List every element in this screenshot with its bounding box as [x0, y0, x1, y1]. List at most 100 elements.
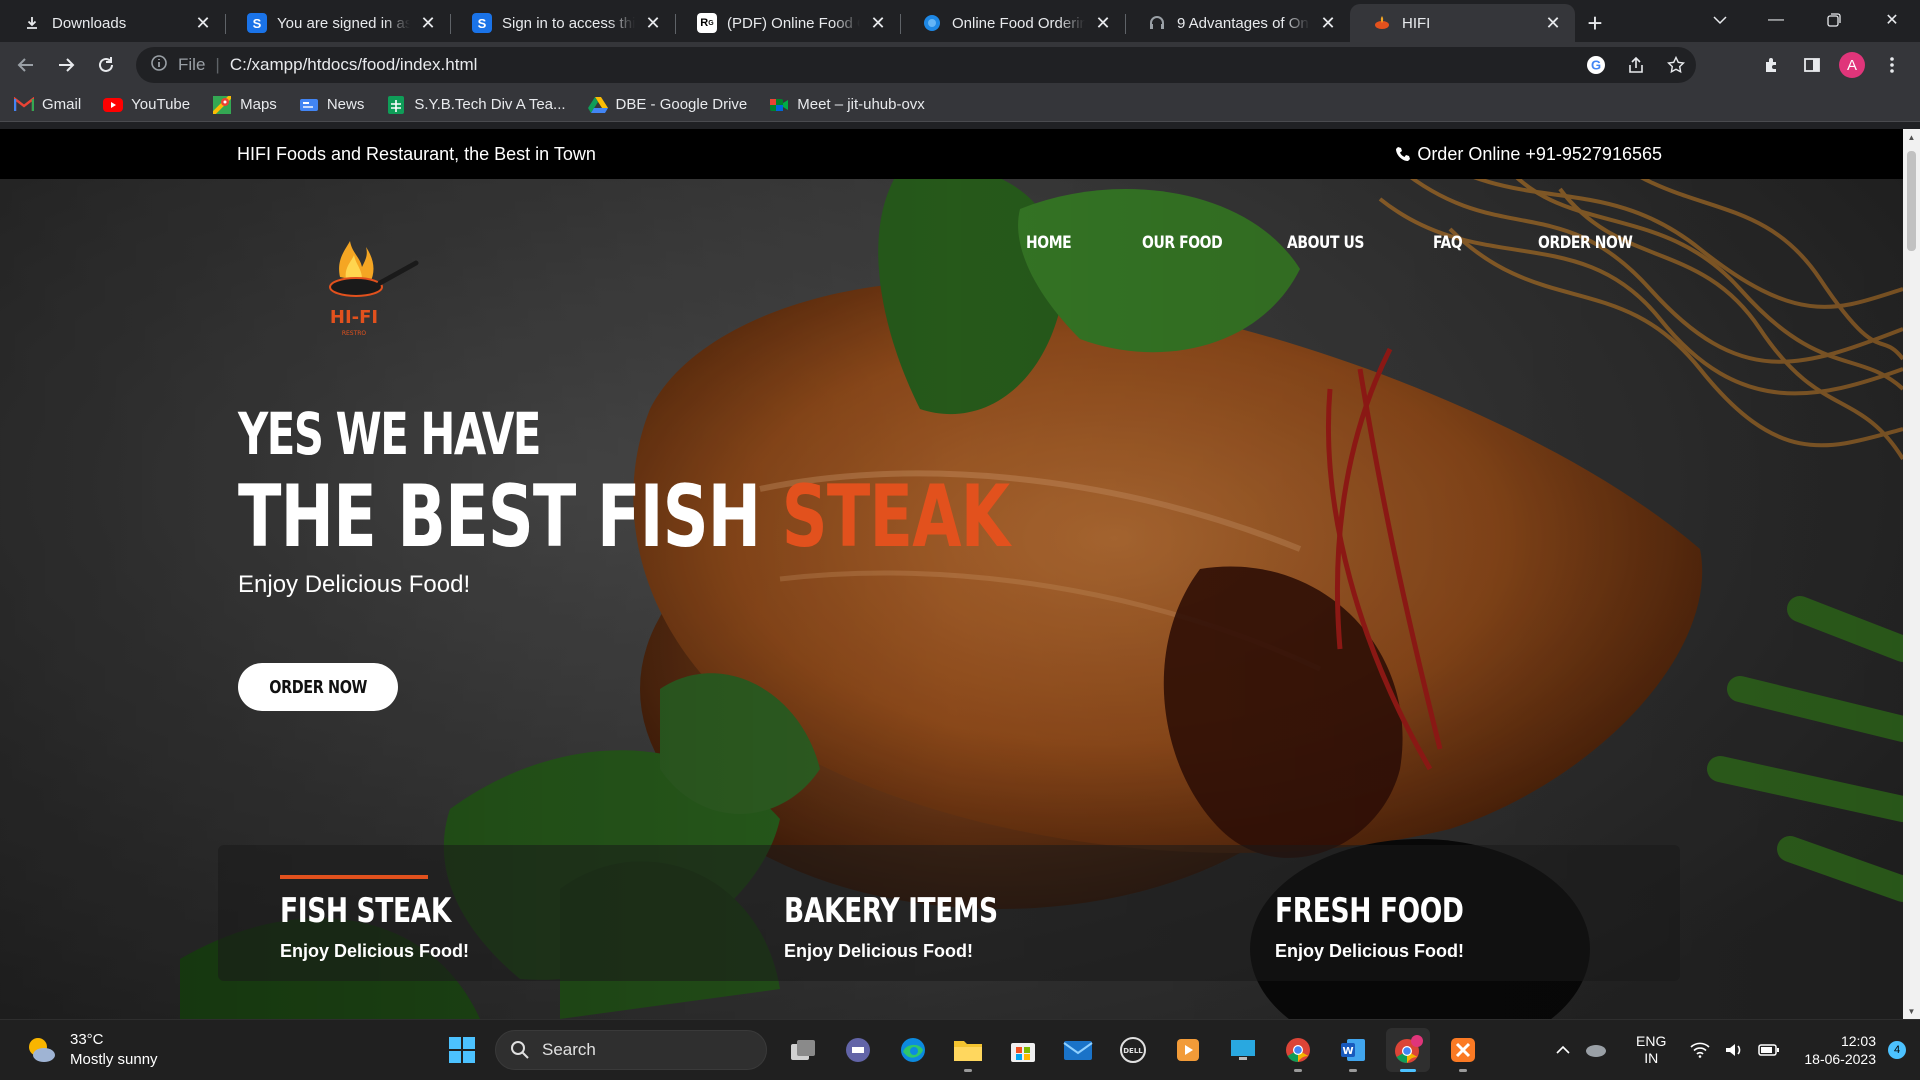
gmail-icon [14, 96, 34, 114]
remote-desktop-icon[interactable] [1221, 1028, 1265, 1072]
tab-title: Sign in to access this [502, 14, 635, 32]
mail-icon[interactable] [1056, 1028, 1100, 1072]
media-player-icon[interactable] [1166, 1028, 1210, 1072]
researchgate-icon: RG [697, 13, 717, 33]
svg-text:DELL: DELL [1123, 1047, 1143, 1055]
tab-hifi[interactable]: HIFI ✕ [1350, 4, 1575, 42]
logo-subtext: RESTRO [342, 330, 367, 337]
url-text[interactable]: C:/xampp/htdocs/food/index.html [230, 55, 478, 75]
close-icon[interactable]: ✕ [1318, 13, 1338, 33]
onedrive-icon[interactable] [1584, 1041, 1608, 1059]
close-window-button[interactable]: ✕ [1864, 0, 1920, 40]
start-button[interactable] [440, 1028, 484, 1072]
tab-title: (PDF) Online Food Or [727, 14, 860, 32]
notification-badge[interactable]: 4 [1888, 1041, 1906, 1059]
tab-title: You are signed in as C [277, 14, 410, 32]
page-scrollbar[interactable]: ▲ ▼ [1903, 129, 1920, 1019]
info-icon[interactable] [150, 54, 168, 77]
top-info-bar: HIFI Foods and Restaurant, the Best in T… [0, 129, 1903, 179]
partly-sunny-icon [29, 1038, 55, 1062]
word-icon[interactable]: W [1331, 1028, 1375, 1072]
tab-title: Downloads [52, 14, 127, 32]
bookmark-star-icon[interactable] [1656, 56, 1696, 74]
nav-faq[interactable]: FAQ [1433, 233, 1519, 253]
nav-our-food[interactable]: OUR FOOD [1142, 233, 1261, 253]
lang-line2: IN [1644, 1050, 1659, 1066]
xampp-icon[interactable] [1441, 1028, 1485, 1072]
side-panel-icon[interactable] [1792, 46, 1832, 84]
profile-avatar[interactable]: A [1832, 46, 1872, 84]
google-lens-icon[interactable]: G [1576, 55, 1616, 75]
forward-button[interactable] [46, 45, 86, 85]
chrome-profile-icon[interactable] [1386, 1028, 1430, 1072]
volume-icon[interactable] [1724, 1042, 1744, 1058]
file-scheme-label: File [178, 55, 206, 74]
dell-icon[interactable]: DELL [1111, 1028, 1155, 1072]
menu-dots-icon[interactable] [1872, 46, 1912, 84]
close-icon[interactable]: ✕ [868, 13, 888, 33]
extensions-icon[interactable] [1752, 46, 1792, 84]
tab-signed-in[interactable]: S You are signed in as C ✕ [225, 4, 450, 42]
bookmark-drive[interactable]: DBE - Google Drive [587, 96, 747, 114]
reload-button[interactable] [86, 45, 126, 85]
site-logo[interactable]: HI-FI RESTRO [310, 237, 440, 347]
bookmark-sheets[interactable]: S.Y.B.Tech Div A Tea... [386, 95, 566, 114]
feature-title: FRESH FOOD [1275, 891, 1464, 931]
teams-chat-icon[interactable] [836, 1028, 880, 1072]
order-now-button[interactable]: ORDER NOW [238, 663, 398, 711]
tab-sign-in[interactable]: S Sign in to access this ✕ [450, 4, 675, 42]
download-icon [22, 13, 42, 33]
edge-icon[interactable] [891, 1028, 935, 1072]
hifi-icon [1372, 13, 1392, 33]
share-icon[interactable] [1616, 56, 1656, 74]
tab-pdf[interactable]: RG (PDF) Online Food Or ✕ [675, 4, 900, 42]
close-icon[interactable]: ✕ [1093, 13, 1113, 33]
minimize-button[interactable]: — [1748, 0, 1804, 40]
bookmark-meet[interactable]: Meet – jit-uhub-ovx [769, 96, 925, 114]
order-phone[interactable]: Order Online +91-9527916565 [1395, 144, 1662, 165]
new-tab-button[interactable]: + [1575, 4, 1615, 42]
tab-downloads[interactable]: Downloads ✕ [0, 4, 225, 42]
restore-button[interactable] [1806, 0, 1862, 40]
task-view-icon[interactable] [781, 1028, 825, 1072]
bookmark-label: S.Y.B.Tech Div A Tea... [414, 96, 566, 113]
hero-heading: YES WE HAVE THE BEST FISH STEAK Enjoy De… [238, 399, 1280, 599]
scroll-up-arrow-icon[interactable]: ▲ [1903, 129, 1920, 145]
nav-about-us[interactable]: ABOUT US [1287, 233, 1407, 253]
nav-home[interactable]: HOME [1026, 233, 1121, 253]
close-icon[interactable]: ✕ [193, 13, 213, 33]
tab-search-icon[interactable] [1692, 0, 1748, 40]
bookmark-label: YouTube [131, 96, 191, 113]
tab-advantages[interactable]: 9 Advantages of Onli ✕ [1125, 4, 1350, 42]
page-viewport: HIFI Foods and Restaurant, the Best in T… [0, 129, 1903, 1019]
bookmark-youtube[interactable]: YouTube [103, 96, 190, 114]
windows-taskbar: 33°C Mostly sunny Search DELL W ENG IN 1… [0, 1019, 1920, 1080]
clock-time: 12:03 [1840, 1033, 1876, 1049]
microsoft-store-icon[interactable] [1001, 1028, 1045, 1072]
chrome-icon[interactable] [1276, 1028, 1320, 1072]
bookmark-gmail[interactable]: Gmail [14, 96, 81, 114]
taskbar-search[interactable]: Search [495, 1030, 767, 1070]
close-icon[interactable]: ✕ [643, 13, 663, 33]
windows-icon [449, 1037, 475, 1063]
bookmark-news[interactable]: News [299, 96, 364, 114]
bookmark-maps[interactable]: Maps [212, 95, 277, 114]
scroll-down-arrow-icon[interactable]: ▼ [1903, 1003, 1920, 1019]
back-button[interactable] [6, 45, 46, 85]
chevron-up-icon[interactable] [1556, 1045, 1570, 1055]
wifi-icon[interactable] [1690, 1042, 1710, 1058]
file-explorer-icon[interactable] [946, 1028, 990, 1072]
nav-order-now[interactable]: ORDER NOW [1538, 233, 1633, 253]
tab-online-food[interactable]: Online Food Ordering ✕ [900, 4, 1125, 42]
clock[interactable]: 12:03 18-06-2023 [1804, 1032, 1876, 1068]
address-bar[interactable]: File | C:/xampp/htdocs/food/index.html G [136, 47, 1696, 83]
phone-icon [1395, 146, 1411, 162]
flaming-pan-icon: HI-FI RESTRO [329, 241, 419, 337]
scrollbar-thumb[interactable] [1907, 151, 1916, 251]
close-icon[interactable]: ✕ [1543, 13, 1563, 33]
language-indicator[interactable]: ENG IN [1636, 1033, 1666, 1067]
system-tray: ENG IN 12:03 18-06-2023 4 [1556, 1020, 1920, 1080]
battery-icon[interactable] [1758, 1043, 1780, 1057]
close-icon[interactable]: ✕ [418, 13, 438, 33]
weather-widget[interactable]: 33°C Mostly sunny [24, 1030, 158, 1070]
